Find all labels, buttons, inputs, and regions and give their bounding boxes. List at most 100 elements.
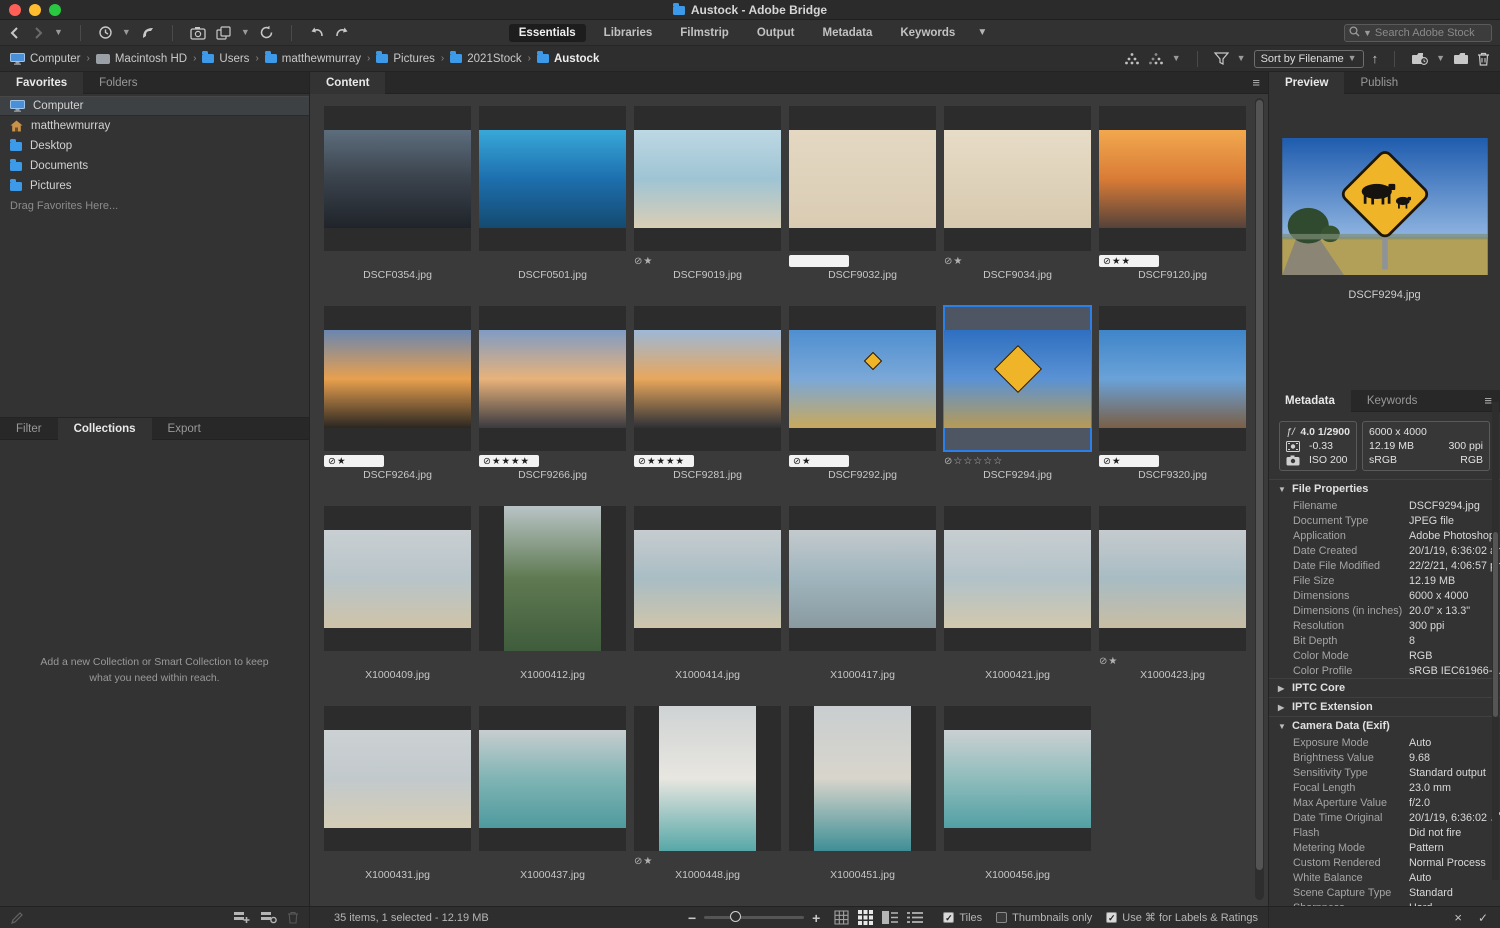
metadata-section-camera-data-exif-[interactable]: ▼Camera Data (Exif) [1269,717,1500,735]
checkbox-box[interactable]: ✓ [943,912,954,923]
workspace-tab-essentials[interactable]: Essentials [509,24,586,42]
thumbnail-X1000417-jpg[interactable] [789,506,936,651]
workspace-tab-filmstrip[interactable]: Filmstrip [670,24,739,42]
thumbnail-DSCF9266-jpg[interactable] [479,306,626,451]
thumbnail-rating[interactable] [789,854,936,868]
breadcrumb-item-2021stock[interactable]: 2021Stock [450,53,521,65]
favorites-item-matthewmurray[interactable]: matthewmurray [0,116,309,136]
workspace-more-chevron[interactable]: ▼ [973,24,991,42]
breadcrumb-item-computer[interactable]: Computer [10,53,81,65]
meta-tab-metadata[interactable]: Metadata [1269,390,1351,412]
thumbnail-rating[interactable]: ⊘☆☆☆☆☆ [944,454,1091,468]
thumbnail-rating[interactable] [789,654,936,668]
left-tab-favorites[interactable]: Favorites [0,72,83,94]
workspace-tab-keywords[interactable]: Keywords [890,24,965,42]
thumbnail-DSCF9034-jpg[interactable] [944,106,1091,251]
content-panel-menu-icon[interactable]: ≡ [1252,72,1260,94]
thumbnail-view-icon[interactable] [858,910,873,925]
thumbnail-rating[interactable]: ⊘★ [634,854,781,868]
thumbnail-rating[interactable]: ⊘★ [1099,454,1246,468]
thumbnail-rating[interactable]: ⊘★★★★ [634,454,781,468]
new-smart-collection-icon[interactable] [260,911,277,924]
slider-knob[interactable] [730,911,741,922]
thumbnail-rating[interactable] [479,854,626,868]
refresh-icon[interactable] [259,25,274,40]
slider-track[interactable] [704,916,804,919]
thumbnail-X1000451-jpg[interactable] [789,706,936,851]
metadata-section-file-properties[interactable]: ▼File Properties [1269,480,1500,498]
thumbnail-X1000423-jpg[interactable] [1099,506,1246,651]
breadcrumb-item-austock[interactable]: Austock [537,53,599,65]
redo-icon[interactable] [334,26,350,40]
tab-content[interactable]: Content [310,72,385,94]
metadata-cancel-icon[interactable]: × [1454,910,1462,925]
zoom-out-icon[interactable]: − [688,911,696,925]
thumbnail-X1000421-jpg[interactable] [944,506,1091,651]
checkbox-box[interactable]: ✓ [1106,912,1117,923]
favorites-item-documents[interactable]: Documents [0,156,309,176]
metadata-scrollbar-thumb[interactable] [1493,532,1498,717]
thumbnail-rating[interactable] [479,654,626,668]
workspace-tab-libraries[interactable]: Libraries [594,24,663,42]
recent-files-chevron[interactable]: ▼ [122,28,131,37]
search-input[interactable] [1375,27,1487,39]
batch-chevron[interactable]: ▼ [241,28,250,37]
thumbnail-DSCF9320-jpg[interactable] [1099,306,1246,451]
content-scrollbar-thumb[interactable] [1256,100,1263,870]
thumbnail-rating[interactable] [324,854,471,868]
delete-collection-trash-icon[interactable] [287,911,299,924]
metadata-scrollbar[interactable] [1492,402,1499,880]
checkbox-box[interactable]: ✓ [996,912,1007,923]
breadcrumb-item-matthewmurray[interactable]: matthewmurray [265,53,361,65]
nav-dropdown-chevron[interactable]: ▼ [54,28,63,37]
checkbox-thumbnails-only[interactable]: ✓Thumbnails only [996,912,1092,924]
meta-tab-keywords[interactable]: Keywords [1351,390,1434,412]
thumbnail-DSCF9292-jpg[interactable] [789,306,936,451]
breadcrumb-item-macintosh-hd[interactable]: Macintosh HD [96,53,187,65]
filter-chevron[interactable]: ▼ [1237,54,1246,63]
recent-folder-chevron[interactable]: ▼ [1436,54,1445,63]
recent-files-icon[interactable] [98,25,113,40]
list-view-icon[interactable] [907,911,923,924]
thumbnail-X1000414-jpg[interactable] [634,506,781,651]
left-lower-tab-filter[interactable]: Filter [0,418,58,440]
checkbox-use-for-labels-ratings[interactable]: ✓Use ⌘ for Labels & Ratings [1106,911,1258,924]
breadcrumb-item-users[interactable]: Users [202,53,249,65]
rating-filter-icon[interactable] [1124,52,1140,65]
open-recent-folder-icon[interactable] [1411,52,1428,65]
back-button[interactable] [8,26,22,40]
sort-ascending-icon[interactable]: ↑ [1372,51,1379,66]
delete-trash-icon[interactable] [1477,52,1490,66]
batch-rename-icon[interactable] [216,26,232,40]
thumbnail-X1000409-jpg[interactable] [324,506,471,651]
thumbnail-DSCF0354-jpg[interactable] [324,106,471,251]
thumbnail-X1000431-jpg[interactable] [324,706,471,851]
undo-icon[interactable] [309,26,325,40]
thumbnail-X1000448-jpg[interactable] [634,706,781,851]
thumbnail-size-slider[interactable]: − + [688,911,820,925]
thumbnail-X1000412-jpg[interactable] [479,506,626,651]
left-lower-tab-collections[interactable]: Collections [58,418,152,440]
thumbnail-rating[interactable]: ⊘★ [634,254,781,268]
thumbnail-rating[interactable]: ⊘★★ [1099,254,1246,268]
thumbnail-rating[interactable] [324,654,471,668]
thumbnail-rating[interactable]: ⊘★ [1099,654,1246,668]
filter-funnel-icon[interactable] [1214,52,1229,65]
breadcrumb-item-pictures[interactable]: Pictures [376,53,435,65]
grid-lock-view-icon[interactable] [834,910,849,925]
forward-button[interactable] [31,26,45,40]
rating-filter-alt-icon[interactable] [1148,52,1164,65]
thumbnail-DSCF9120-jpg[interactable] [1099,106,1246,251]
thumbnail-rating[interactable]: ⊘★ [789,454,936,468]
thumbnail-DSCF9264-jpg[interactable] [324,306,471,451]
edit-pencil-icon[interactable] [10,911,24,925]
left-lower-tab-export[interactable]: Export [152,418,217,440]
new-collection-icon[interactable] [233,911,250,924]
thumbnail-rating[interactable] [944,654,1091,668]
thumbnail-DSCF9294-jpg[interactable] [944,306,1091,451]
sort-dropdown[interactable]: Sort by Filename ▼ [1254,50,1364,68]
thumbnail-rating[interactable] [944,854,1091,868]
right-tab-preview[interactable]: Preview [1269,72,1344,94]
thumbnail-rating[interactable] [634,654,781,668]
details-view-icon[interactable] [882,911,898,924]
